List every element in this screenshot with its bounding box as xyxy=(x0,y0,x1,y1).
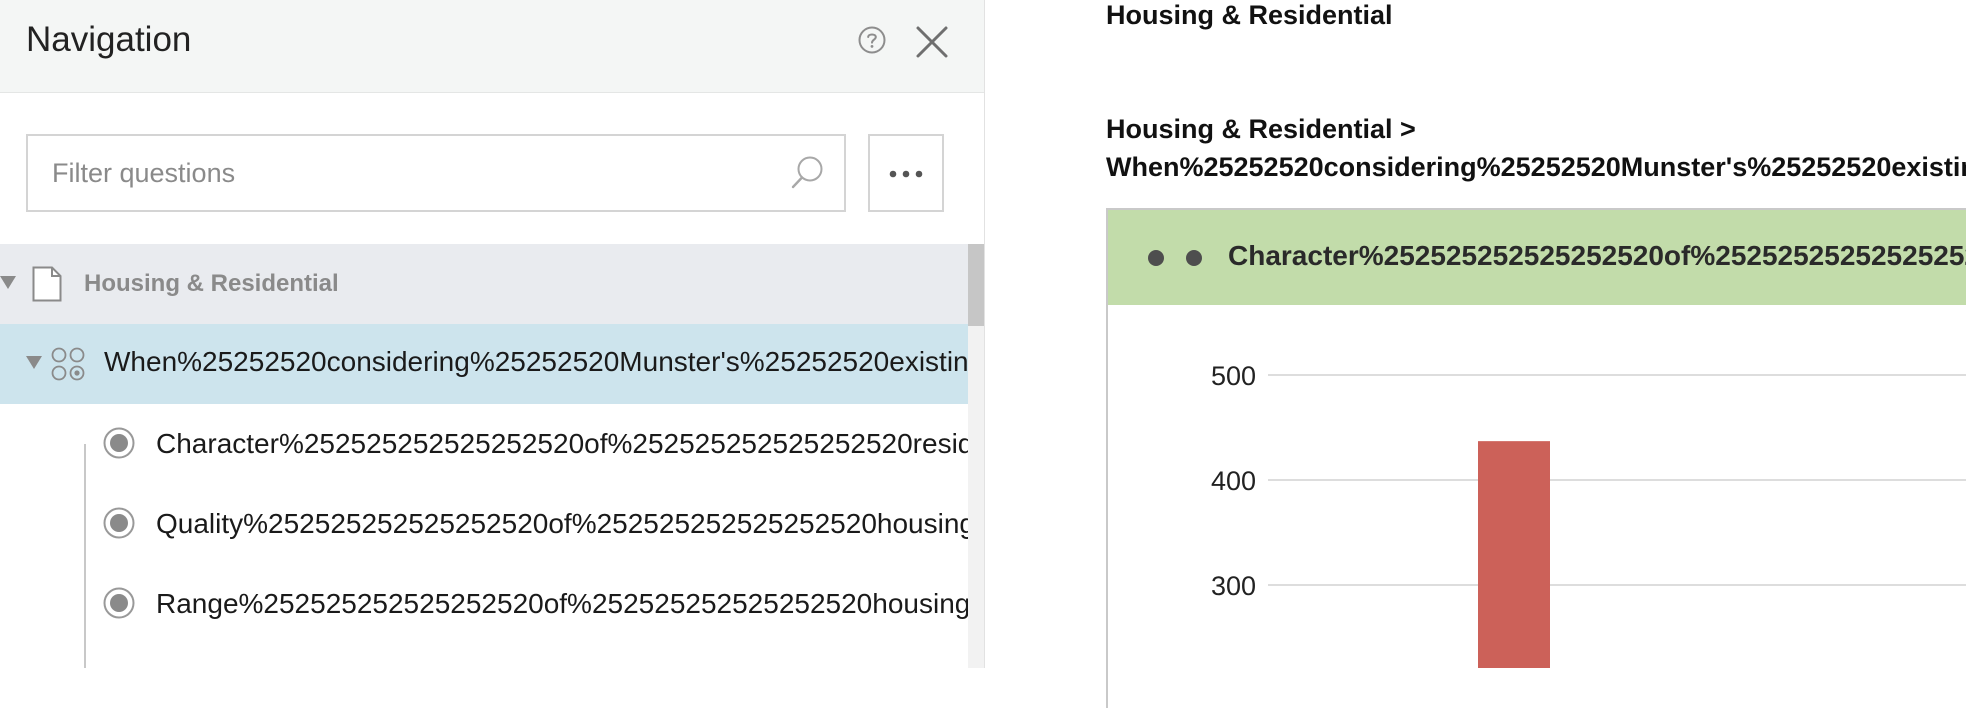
navigation-header: Navigation xyxy=(0,0,984,93)
tree-child-label: Range%252525252525252520of%2525252525252… xyxy=(156,588,968,619)
tree-child-label: Character%252525252525252520of%252525252… xyxy=(156,428,968,459)
tree-question-row[interactable]: When%25252520considering%25252520Munster… xyxy=(0,324,968,404)
caret-down-icon[interactable] xyxy=(0,276,16,290)
close-icon[interactable] xyxy=(914,24,950,60)
radio-icon xyxy=(103,427,135,459)
navigation-panel: Navigation Filter questions Housing & Re… xyxy=(0,0,985,668)
y-tick-label: 400 xyxy=(1211,466,1256,496)
bar[interactable] xyxy=(1478,441,1550,668)
more-horizontal-icon xyxy=(889,170,923,178)
radio-icon xyxy=(103,507,135,539)
breadcrumb-question: When%25252520considering%25252520Munster… xyxy=(1106,152,1966,182)
document-icon xyxy=(32,266,62,302)
help-circle-icon[interactable] xyxy=(858,26,886,54)
tree-group-row[interactable]: Housing & Residential xyxy=(0,244,968,324)
y-tick-label: 500 xyxy=(1211,361,1256,391)
tree-child-row[interactable]: Quality%252525252525252520of%25252525252… xyxy=(0,484,968,564)
legend-dot-icon xyxy=(1186,250,1202,266)
more-options-button[interactable] xyxy=(868,134,944,212)
tree-connector-line xyxy=(84,444,86,668)
y-tick-label: 300 xyxy=(1211,571,1256,601)
navigation-title: Navigation xyxy=(26,20,192,59)
caret-down-icon[interactable] xyxy=(26,356,42,370)
filter-questions-input[interactable] xyxy=(28,136,768,210)
breadcrumb-parent: Housing & Residential > xyxy=(1106,114,1416,144)
tree-question-label: When%25252520considering%25252520Munster… xyxy=(104,346,968,377)
grid-of-circles-icon xyxy=(51,347,85,381)
section-title: Housing & Residential xyxy=(1106,0,1393,30)
search-icon[interactable] xyxy=(790,154,826,192)
radio-icon xyxy=(103,587,135,619)
chart-legend-bar: Character%252525252525252520of%252525252… xyxy=(1108,210,1966,305)
legend-dot-icon xyxy=(1148,250,1164,266)
tree-child-row[interactable]: Range%252525252525252520of%2525252525252… xyxy=(0,564,968,644)
tree-child-label: Quality%252525252525252520of%25252525252… xyxy=(156,508,968,539)
filter-questions-box xyxy=(26,134,846,212)
tree-child-row[interactable]: Character%252525252525252520of%252525252… xyxy=(0,404,968,484)
tree-scrollbar-thumb[interactable] xyxy=(968,244,984,326)
tree-group-label: Housing & Residential xyxy=(84,270,339,297)
question-tree: Housing & Residential When%25252520consi… xyxy=(0,244,968,668)
legend-label: Character%252525252525252520of%252525252… xyxy=(1228,240,1966,271)
bar-chart: 300 400 500 xyxy=(1211,361,1966,668)
